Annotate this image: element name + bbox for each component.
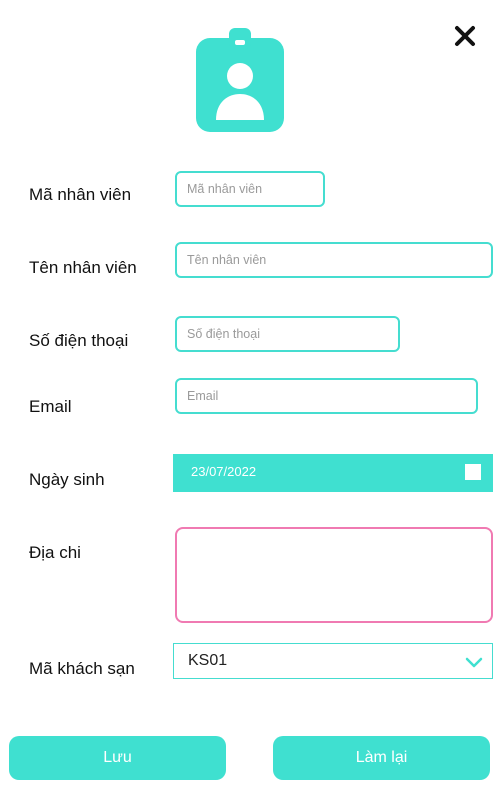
save-button[interactable]: Lưu	[9, 736, 226, 780]
employee-id-input[interactable]	[175, 171, 325, 207]
id-badge-icon	[196, 28, 284, 132]
phone-label: Số điện thoại	[29, 331, 129, 350]
birthdate-label: Ngày sinh	[29, 470, 105, 489]
birthdate-value: 23/07/2022	[191, 464, 257, 479]
employee-id-label: Mã nhân viên	[29, 185, 132, 204]
reset-button[interactable]: Làm lại	[273, 736, 490, 780]
employee-name-input[interactable]	[175, 242, 493, 278]
address-label: Địa chi	[29, 543, 81, 562]
hotel-id-label: Mã khách sạn	[29, 659, 135, 678]
hotel-id-select[interactable]: KS01	[173, 643, 493, 679]
birthdate-picker[interactable]: 23/07/2022	[173, 454, 493, 492]
phone-input[interactable]	[175, 316, 400, 352]
calendar-checkbox-icon[interactable]	[465, 464, 481, 480]
email-input[interactable]	[175, 378, 478, 414]
email-label: Email	[29, 397, 72, 416]
address-textarea[interactable]	[175, 527, 493, 623]
employee-name-label: Tên nhân viên	[29, 258, 137, 277]
chevron-down-icon	[465, 657, 483, 668]
close-button[interactable]	[449, 20, 481, 52]
close-icon	[455, 26, 475, 46]
hotel-id-value: KS01	[188, 652, 228, 669]
